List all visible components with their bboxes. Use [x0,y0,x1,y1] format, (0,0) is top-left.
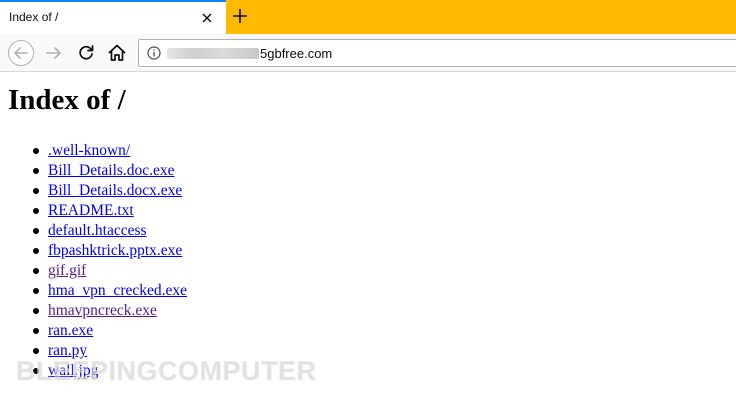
page-content: Index of / .well-known/Bill_Details.doc.… [0,72,736,403]
file-list: .well-known/Bill_Details.doc.exe Bill_Det… [0,141,187,381]
file-link[interactable]: default.htaccess [48,222,147,239]
list-item: Bill_Details.doc.exe [0,161,187,181]
file-link[interactable]: ran.exe [48,322,93,339]
list-item: .well-known/ [0,141,187,161]
tab-title: Index of / [9,10,59,24]
bullet [33,308,39,314]
list-item: default.htaccess [0,221,187,241]
list-item: fbpashktrick.pptx.exe [0,241,187,261]
back-arrow-icon[interactable] [8,40,34,66]
bullet [33,248,39,254]
bullet [33,268,39,274]
tab-strip: Index of / [0,0,736,34]
file-link[interactable]: .well-known/ [48,142,130,159]
redacted-subdomain [167,48,259,59]
close-icon[interactable] [198,9,216,27]
bullet [33,228,39,234]
bullet [33,208,39,214]
watermark: BLEEPINGCOMPUTER [16,353,317,396]
list-item: ran.exe [0,321,187,341]
file-link[interactable]: Bill_Details.doc.exe [48,162,175,179]
bullet [33,148,39,154]
reload-icon[interactable] [73,40,99,66]
forward-arrow-icon[interactable] [41,40,67,66]
file-link[interactable]: Bill_Details.docx.exe [48,182,182,199]
navigation-toolbar: 5gbfree.com [0,34,736,72]
file-link[interactable]: hma_vpn_crecked.exe [48,282,187,299]
page-title: Index of / [8,84,126,116]
address-bar[interactable]: 5gbfree.com [138,39,736,67]
home-icon[interactable] [104,40,130,66]
plus-icon[interactable] [230,6,250,26]
tab-index[interactable]: Index of / [0,0,226,34]
bullet [33,168,39,174]
url-text: 5gbfree.com [260,46,333,61]
file-link[interactable]: gif.gif [48,262,86,279]
list-item: hma_vpn_crecked.exe [0,281,187,301]
info-icon[interactable] [147,46,161,60]
list-item: gif.gif [0,261,187,281]
file-link[interactable]: hmavpncreck.exe [48,302,157,319]
file-link[interactable]: fbpashktrick.pptx.exe [48,242,182,259]
list-item: hmavpncreck.exe [0,301,187,321]
list-item: Bill_Details.docx.exe [0,181,187,201]
svg-text:BLEEPINGCOMPUTER: BLEEPINGCOMPUTER [16,356,316,386]
bullet [33,288,39,294]
list-item: README.txt [0,201,187,221]
bullet [33,328,39,334]
bullet [33,188,39,194]
file-link[interactable]: README.txt [48,202,134,219]
